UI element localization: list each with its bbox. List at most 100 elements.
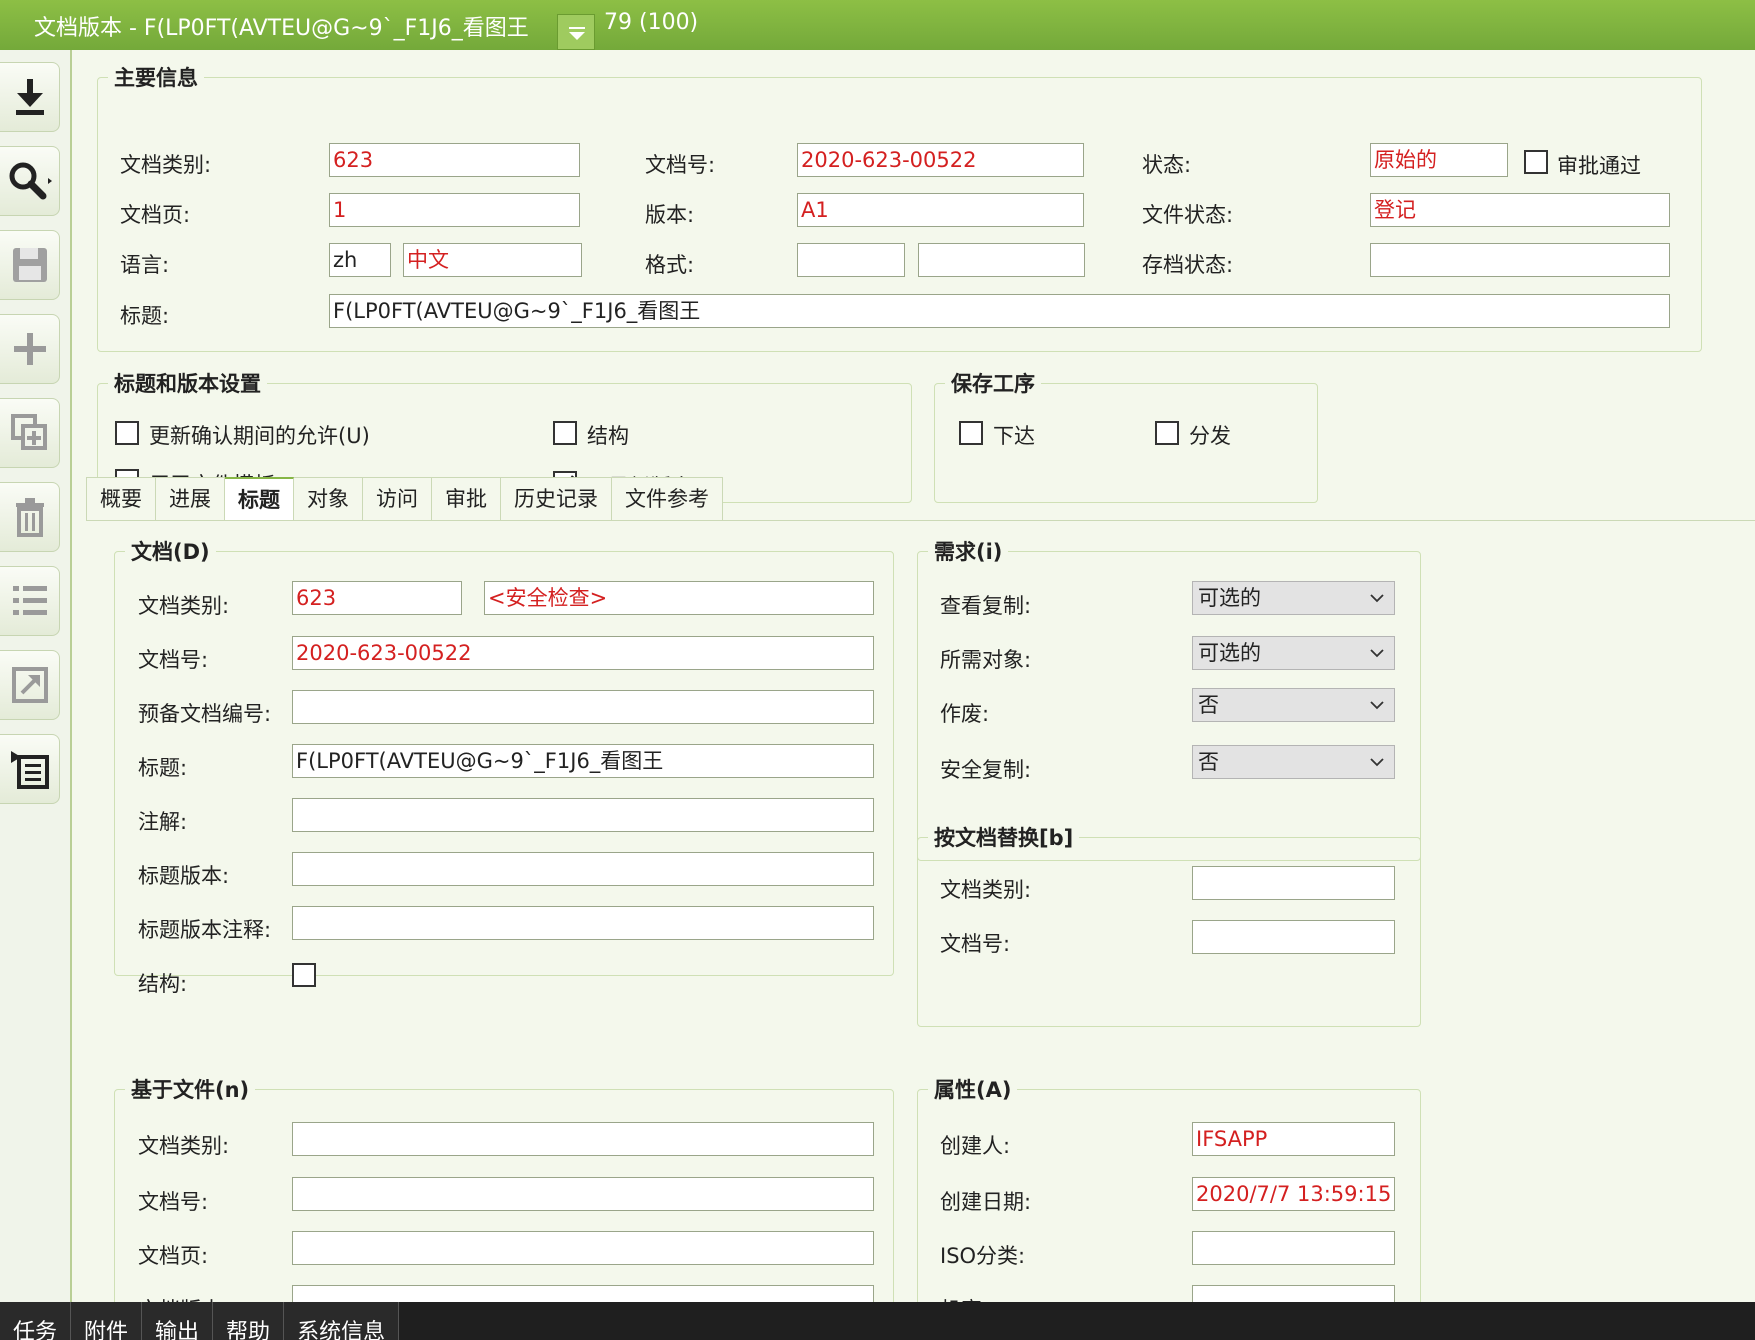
iso-class-field[interactable] — [1192, 1231, 1395, 1265]
tab-history[interactable]: 历史记录 — [501, 477, 612, 521]
approved-checkbox[interactable] — [1524, 150, 1548, 174]
tab-progress[interactable]: 进展 — [156, 477, 225, 521]
note-label: 注解: — [138, 810, 188, 834]
obsolete-value: 否 — [1198, 693, 1219, 717]
based-doc-sheet-field[interactable] — [292, 1231, 874, 1265]
title-rev-field[interactable] — [292, 852, 874, 886]
main-content: 主要信息 文档类别: 623 文档号: 2020-623-00522 状态: 原… — [72, 50, 1755, 1337]
replace-doc-class-label: 文档类别: — [940, 878, 1032, 902]
revision-label: 版本: — [645, 203, 695, 227]
details-button[interactable] — [0, 734, 60, 804]
allow-update-checkbox[interactable] — [115, 421, 139, 445]
format-code-field[interactable] — [797, 243, 905, 277]
reserve-no-field[interactable] — [292, 690, 874, 724]
title-field[interactable]: F(LP0FT(AVTEU@G~9`_F1J6_看图王 — [329, 294, 1670, 328]
required-object-label: 所需对象: — [940, 648, 1032, 672]
allow-update-label: 更新确认期间的允许(U) — [149, 424, 370, 448]
doc-no-field[interactable]: 2020-623-00522 — [797, 143, 1084, 177]
note-field[interactable] — [292, 798, 874, 832]
delete-button[interactable] — [0, 482, 60, 552]
approved-label: 审批通过 — [1557, 154, 1641, 178]
file-status-field[interactable]: 登记 — [1370, 193, 1670, 227]
created-by-label: 创建人: — [940, 1134, 1011, 1158]
bottom-tab-attachments[interactable]: 附件 — [71, 1302, 143, 1340]
reserve-no-label: 预备文档编号: — [138, 702, 272, 726]
doc-sheet-field[interactable]: 1 — [329, 193, 580, 227]
export-icon — [11, 667, 48, 703]
details-icon — [10, 751, 49, 789]
view-copy-select[interactable]: 可选的 — [1192, 581, 1395, 615]
replace-by-legend: 按文档替换[b] — [934, 826, 1074, 850]
tab-approval[interactable]: 审批 — [432, 477, 501, 521]
safety-copy-select[interactable]: 否 — [1192, 745, 1395, 779]
created-date-label: 创建日期: — [940, 1190, 1032, 1214]
status-field[interactable]: 原始的 — [1370, 143, 1508, 177]
doc-doc-class-label: 文档类别: — [138, 594, 230, 618]
download-button[interactable] — [0, 62, 60, 132]
created-date-field[interactable]: 2020/7/7 13:59:15 — [1192, 1177, 1395, 1211]
bottom-tab-help[interactable]: 帮助 — [213, 1302, 285, 1340]
tab-summary[interactable]: 概要 — [86, 477, 156, 521]
doc-doc-class-field[interactable]: 623 — [292, 581, 462, 615]
title-rev-note-field[interactable] — [292, 906, 874, 940]
archive-status-field[interactable] — [1370, 243, 1670, 277]
add-button[interactable] — [0, 314, 60, 384]
tab-bar: 概要 进展 标题 对象 访问 审批 历史记录 文件参考 — [86, 477, 723, 521]
save-process-group: 保存工序 — [934, 368, 1318, 503]
distribute-checkbox[interactable] — [1155, 421, 1179, 445]
based-doc-no-field[interactable] — [292, 1177, 874, 1211]
based-doc-no-label: 文档号: — [138, 1190, 209, 1214]
tab-file-refs[interactable]: 文件参考 — [612, 477, 723, 521]
title-settings-legend: 标题和版本设置 — [114, 372, 261, 396]
record-dropdown-button[interactable] — [557, 14, 595, 50]
bottom-bar: 任务 附件 输出 帮助 系统信息 — [0, 1302, 1755, 1340]
replace-doc-class-field[interactable] — [1192, 866, 1395, 900]
structure-checkbox[interactable] — [553, 421, 577, 445]
title-rev-label: 标题版本: — [138, 864, 230, 888]
doc-doc-no-label: 文档号: — [138, 648, 209, 672]
file-status-label: 文件状态: — [1142, 203, 1234, 227]
revision-field[interactable]: A1 — [797, 193, 1084, 227]
based-doc-class-field[interactable] — [292, 1122, 874, 1156]
chevron-down-icon — [569, 27, 585, 40]
created-by-field[interactable]: IFSAPP — [1192, 1122, 1395, 1156]
based-doc-sheet-label: 文档页: — [138, 1244, 209, 1268]
doc-sheet-label: 文档页: — [120, 203, 191, 227]
save-button[interactable] — [0, 230, 60, 300]
title-rev-note-label: 标题版本注释: — [138, 918, 272, 942]
based-doc-class-label: 文档类别: — [138, 1134, 230, 1158]
doc-structure-label: 结构: — [138, 972, 188, 996]
bottom-tab-system-info[interactable]: 系统信息 — [284, 1302, 400, 1340]
obsolete-select[interactable]: 否 — [1192, 688, 1395, 722]
doc-no-label: 文档号: — [645, 153, 716, 177]
doc-doc-no-field[interactable]: 2020-623-00522 — [292, 636, 874, 670]
tab-access[interactable]: 访问 — [363, 477, 432, 521]
search-button[interactable] — [0, 146, 60, 216]
main-info-legend: 主要信息 — [114, 66, 198, 90]
list-button[interactable] — [0, 566, 60, 636]
language-name-field[interactable]: 中文 — [403, 243, 582, 277]
format-name-field[interactable] — [918, 243, 1085, 277]
tab-objects[interactable]: 对象 — [294, 477, 363, 521]
title-bar: 文档版本 - F(LP0FT(AVTEU@G~9`_F1J6_看图王 79 (1… — [0, 0, 1755, 50]
language-code-field[interactable]: zh — [329, 243, 391, 277]
export-button[interactable] — [0, 650, 60, 720]
distribute-label: 分发 — [1189, 424, 1231, 448]
delete-icon — [15, 498, 44, 537]
view-copy-label: 查看复制: — [940, 594, 1032, 618]
doc-class-field[interactable]: 623 — [329, 143, 580, 177]
replace-doc-no-field[interactable] — [1192, 920, 1395, 954]
document-legend: 文档(D) — [131, 540, 210, 564]
doc-class-desc-field[interactable]: <安全检查> — [484, 581, 874, 615]
doc-title-field[interactable]: F(LP0FT(AVTEU@G~9`_F1J6_看图王 — [292, 744, 874, 778]
duplicate-button[interactable] — [0, 398, 60, 468]
structure-label: 结构 — [587, 424, 629, 448]
tab-title[interactable]: 标题 — [225, 477, 294, 521]
bottom-tab-tasks[interactable]: 任务 — [0, 1302, 72, 1340]
bottom-tab-output[interactable]: 输出 — [142, 1302, 214, 1340]
required-object-select[interactable]: 可选的 — [1192, 636, 1395, 670]
release-checkbox[interactable] — [959, 421, 983, 445]
safety-copy-label: 安全复制: — [940, 758, 1032, 782]
iso-class-label: ISO分类: — [940, 1244, 1026, 1268]
doc-structure-checkbox[interactable] — [292, 963, 316, 987]
